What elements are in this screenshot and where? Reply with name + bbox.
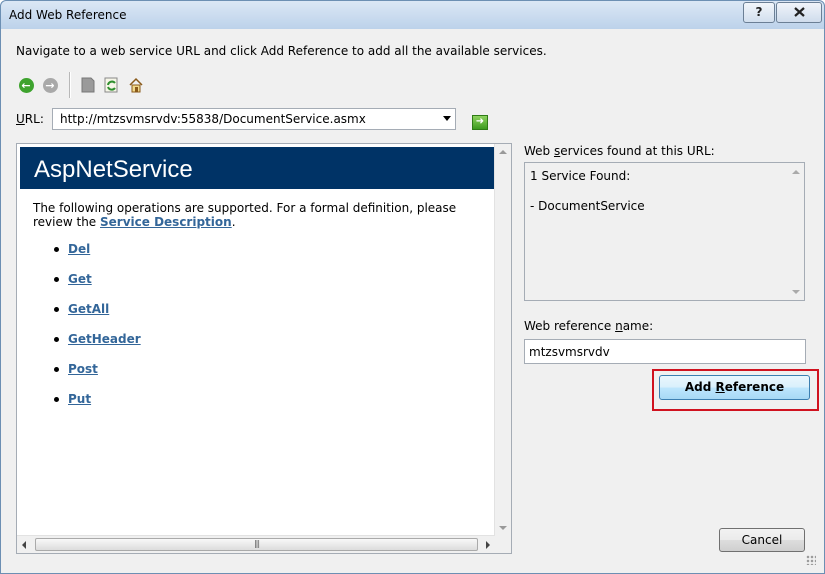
scroll-down-arrow-icon[interactable] <box>499 526 507 530</box>
reference-name-label: Web reference name: <box>524 319 654 333</box>
operation-item: Del <box>53 242 141 272</box>
refresh-icon[interactable] <box>103 76 121 94</box>
browser-horizontal-scrollbar[interactable]: ||| <box>17 535 495 553</box>
forward-icon[interactable]: → <box>41 76 59 94</box>
services-count-text: 1 Service Found: <box>530 169 631 183</box>
home-icon[interactable] <box>127 76 145 94</box>
service-browser-pane: AspNetService The following operations a… <box>16 143 512 554</box>
scroll-corner <box>495 536 511 553</box>
go-button[interactable]: ➜ <box>472 115 488 130</box>
window-title: Add Web Reference <box>9 8 127 22</box>
go-arrow-icon: ➜ <box>475 116 485 127</box>
back-icon[interactable]: ← <box>17 76 35 94</box>
scroll-right-arrow-icon[interactable] <box>486 541 490 549</box>
resize-grip-icon[interactable] <box>806 555 816 565</box>
close-button[interactable] <box>776 2 822 23</box>
scroll-down-arrow-icon[interactable] <box>792 290 800 294</box>
operation-item: GetHeader <box>53 332 141 362</box>
service-description-link[interactable]: Service Description <box>100 215 232 229</box>
dropdown-arrow-icon[interactable] <box>443 116 451 121</box>
help-button[interactable]: ? <box>743 2 775 23</box>
reference-name-value: mtzsvmsrvdv <box>529 345 610 359</box>
operation-link-post[interactable]: Post <box>68 362 98 376</box>
dialog-body: Navigate to a web service URL and click … <box>7 30 819 568</box>
scroll-left-arrow-icon[interactable] <box>22 541 26 549</box>
cancel-button[interactable]: Cancel <box>719 528 805 552</box>
operation-item: GetAll <box>53 302 141 332</box>
services-found-list[interactable]: 1 Service Found: - DocumentService <box>524 162 805 301</box>
operation-link-get[interactable]: Get <box>68 272 92 286</box>
toolbar-separator <box>69 72 70 98</box>
add-reference-button[interactable]: Add Reference <box>659 375 810 400</box>
scroll-up-arrow-icon[interactable] <box>792 170 800 174</box>
service-description-text: The following operations are supported. … <box>33 201 457 229</box>
browser-vertical-scrollbar[interactable] <box>494 144 511 536</box>
operations-list: Del Get GetAll GetHeader Post Put <box>53 242 141 422</box>
scroll-up-arrow-icon[interactable] <box>499 150 507 154</box>
url-label: URL: <box>16 112 44 126</box>
service-title: AspNetService <box>34 156 193 183</box>
service-item: - DocumentService <box>530 199 645 213</box>
services-scrollbar[interactable] <box>787 163 804 300</box>
horizontal-scroll-thumb[interactable]: ||| <box>35 538 478 551</box>
url-combobox[interactable]: http://mtzsvmsrvdv:55838/DocumentService… <box>52 108 456 130</box>
reference-name-input[interactable]: mtzsvmsrvdv <box>524 339 806 364</box>
operation-item: Get <box>53 272 141 302</box>
operation-link-getheader[interactable]: GetHeader <box>68 332 141 346</box>
operation-link-put[interactable]: Put <box>68 392 91 406</box>
operation-link-del[interactable]: Del <box>68 242 90 256</box>
operation-item: Put <box>53 392 141 422</box>
add-web-reference-dialog: Add Web Reference ? Navigate to a web se… <box>0 0 825 574</box>
services-found-label: Web services found at this URL: <box>524 144 715 158</box>
title-bar: Add Web Reference ? <box>1 1 824 29</box>
url-value: http://mtzsvmsrvdv:55838/DocumentService… <box>60 112 366 126</box>
service-header: AspNetService <box>20 147 495 189</box>
operation-link-getall[interactable]: GetAll <box>68 302 109 316</box>
operation-item: Post <box>53 362 141 392</box>
instructions-text: Navigate to a web service URL and click … <box>16 44 547 58</box>
stop-icon[interactable] <box>79 76 97 94</box>
close-icon <box>793 7 805 17</box>
